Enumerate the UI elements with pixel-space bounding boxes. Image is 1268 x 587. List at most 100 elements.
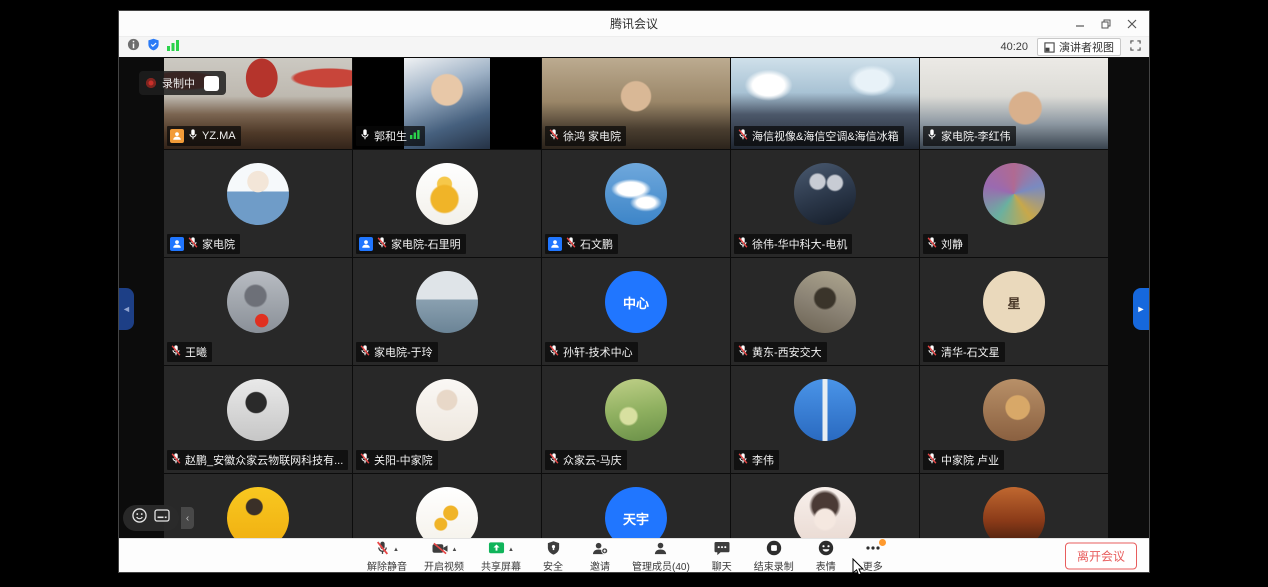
stop-recording-icon[interactable] — [204, 76, 219, 91]
toolbar-item-invite[interactable]: 邀请 — [585, 541, 615, 573]
participant-tile[interactable]: 星清华-石文星 — [920, 258, 1108, 365]
participant-nameplate: 家电院 — [167, 234, 240, 254]
participant-name: 刘静 — [941, 236, 963, 252]
participant-tile[interactable]: 徐鸿 家电院 — [542, 58, 730, 149]
participant-tile[interactable]: 徐伟-华中科大-电机 — [731, 150, 919, 257]
toolbar-item-mic-muted[interactable]: ▲解除静音 — [367, 541, 407, 573]
participant-name: 石文鹏 — [580, 236, 613, 252]
mic-muted-icon — [375, 540, 390, 559]
participant-tile[interactable]: 中心孙轩-技术中心 — [542, 258, 730, 365]
participant-tile[interactable]: 赵鹏_安徽众家云物联网科技有... — [164, 366, 352, 473]
toolbar-item-chat[interactable]: 聊天 — [707, 541, 737, 573]
participant-tile[interactable]: 中家院 卢业 — [920, 366, 1108, 473]
participant-nameplate: 徐伟-华中科大-电机 — [734, 234, 852, 254]
caption-icon[interactable] — [154, 509, 170, 527]
participant-name: 清华-石文星 — [941, 344, 1000, 360]
recording-indicator: 录制中 — [139, 71, 226, 95]
toolbar-item-security-shield[interactable]: 安全 — [538, 541, 568, 573]
mic-muted-icon — [737, 236, 749, 252]
participant-name: 家电院 — [202, 236, 235, 252]
participant-tile[interactable] — [353, 474, 541, 539]
speaker-view-button[interactable]: 演讲者视图 — [1037, 38, 1121, 56]
participant-tile[interactable] — [920, 474, 1108, 539]
participant-name: 家电院-于玲 — [374, 344, 433, 360]
chevron-left-icon: ◄ — [122, 304, 131, 314]
participant-tile[interactable]: 郭和生 — [353, 58, 541, 149]
mic-muted-icon — [548, 344, 560, 360]
shield-icon[interactable] — [147, 38, 160, 56]
toolbar-item-label: 邀请 — [590, 558, 610, 573]
participant-name: 家电院-李红伟 — [941, 128, 1011, 144]
participant-tile[interactable]: 众家云-马庆 — [542, 366, 730, 473]
participant-name: 王曦 — [185, 344, 207, 360]
recording-label: 录制中 — [162, 75, 195, 91]
emoji-icon[interactable] — [132, 508, 147, 528]
toolbar-item-camera-off[interactable]: ▲ 开启视频 — [424, 541, 464, 573]
participant-tile[interactable]: 海信视像&海信空调&海信冰箱 — [731, 58, 919, 149]
avatar — [605, 163, 667, 225]
toolbar-item-label: 共享屏幕 — [481, 558, 521, 573]
participant-name: 徐伟-华中科大-电机 — [752, 236, 847, 252]
toolbar-item-share-screen[interactable]: ▲ 共享屏幕 — [481, 541, 521, 573]
mic-muted-icon — [359, 344, 371, 360]
participant-name: 关阳-中家院 — [374, 452, 433, 468]
participant-tile[interactable]: 关阳-中家院 — [353, 366, 541, 473]
participant-name: 海信视像&海信空调&海信冰箱 — [752, 128, 899, 144]
share-screen-icon — [488, 541, 505, 559]
avatar — [983, 379, 1045, 441]
participant-tile[interactable]: 黄东-西安交大 — [731, 258, 919, 365]
avatar — [794, 487, 856, 539]
participant-tile[interactable]: 天宇 — [542, 474, 730, 539]
avatar — [227, 271, 289, 333]
avatar: 中心 — [605, 271, 667, 333]
chevron-up-icon[interactable]: ▲ — [508, 547, 514, 553]
participant-tile[interactable]: 王曦 — [164, 258, 352, 365]
avatar — [416, 163, 478, 225]
signal-icon — [410, 130, 420, 142]
toolbar-item-members[interactable]: 管理成员(40) — [632, 541, 690, 573]
participant-tile[interactable]: 家电院 — [164, 150, 352, 257]
mic-muted-icon — [737, 128, 749, 144]
participant-name: 赵鹏_安徽众家云物联网科技有... — [185, 452, 343, 468]
titlebar: 腾讯会议 — [119, 11, 1149, 37]
toolbar-item-emoji[interactable]: 表情 — [811, 541, 841, 573]
camera-off-icon — [431, 541, 449, 559]
toolbar-item-label: 结束录制 — [754, 558, 794, 573]
role-badge-person-icon — [548, 237, 562, 251]
participant-name: 中家院 卢业 — [941, 452, 999, 468]
avatar — [794, 163, 856, 225]
avatar — [605, 379, 667, 441]
mouse-cursor — [852, 558, 865, 582]
participant-tile[interactable] — [731, 474, 919, 539]
participant-tile[interactable]: 家电院-于玲 — [353, 258, 541, 365]
mic-icon — [926, 128, 938, 144]
avatar — [794, 379, 856, 441]
video-grid: YZ.MA郭和生徐鸿 家电院海信视像&海信空调&海信冰箱家电院-李红伟家电院家电… — [119, 57, 1149, 539]
chevron-up-icon[interactable]: ▲ — [452, 547, 458, 553]
participant-tile[interactable]: 石文鹏 — [542, 150, 730, 257]
meeting-duration: 40:20 — [1000, 41, 1028, 53]
participant-tile[interactable]: 刘静 — [920, 150, 1108, 257]
next-page-button[interactable]: ► — [1133, 288, 1149, 330]
fullscreen-icon[interactable] — [1130, 38, 1141, 56]
toolbar-item-stop-record[interactable]: 结束录制 — [754, 541, 794, 573]
avatar — [416, 271, 478, 333]
participant-tile[interactable]: 家电院-石里明 — [353, 150, 541, 257]
participant-tile[interactable]: 李伟 — [731, 366, 919, 473]
participant-name: 郭和生 — [374, 128, 407, 144]
participant-tile[interactable]: 家电院-李红伟 — [920, 58, 1108, 149]
restore-button[interactable] — [1095, 14, 1117, 34]
close-button[interactable] — [1121, 14, 1143, 34]
status-bar: 40:20 演讲者视图 — [119, 37, 1149, 58]
toolbar-item-label: 开启视频 — [424, 558, 464, 573]
signal-icon[interactable] — [167, 38, 180, 56]
toolbar-item-label: 表情 — [816, 558, 836, 573]
leave-meeting-button[interactable]: 离开会议 — [1065, 542, 1137, 569]
participant-name: 众家云-马庆 — [563, 452, 622, 468]
info-icon[interactable] — [127, 38, 140, 56]
avatar: 星 — [983, 271, 1045, 333]
previous-page-button[interactable]: ◄ — [119, 288, 134, 330]
minimize-button[interactable] — [1069, 14, 1091, 34]
chevron-up-icon[interactable]: ▲ — [393, 547, 399, 553]
collapse-quickbar-button[interactable]: ‹ — [181, 507, 194, 529]
